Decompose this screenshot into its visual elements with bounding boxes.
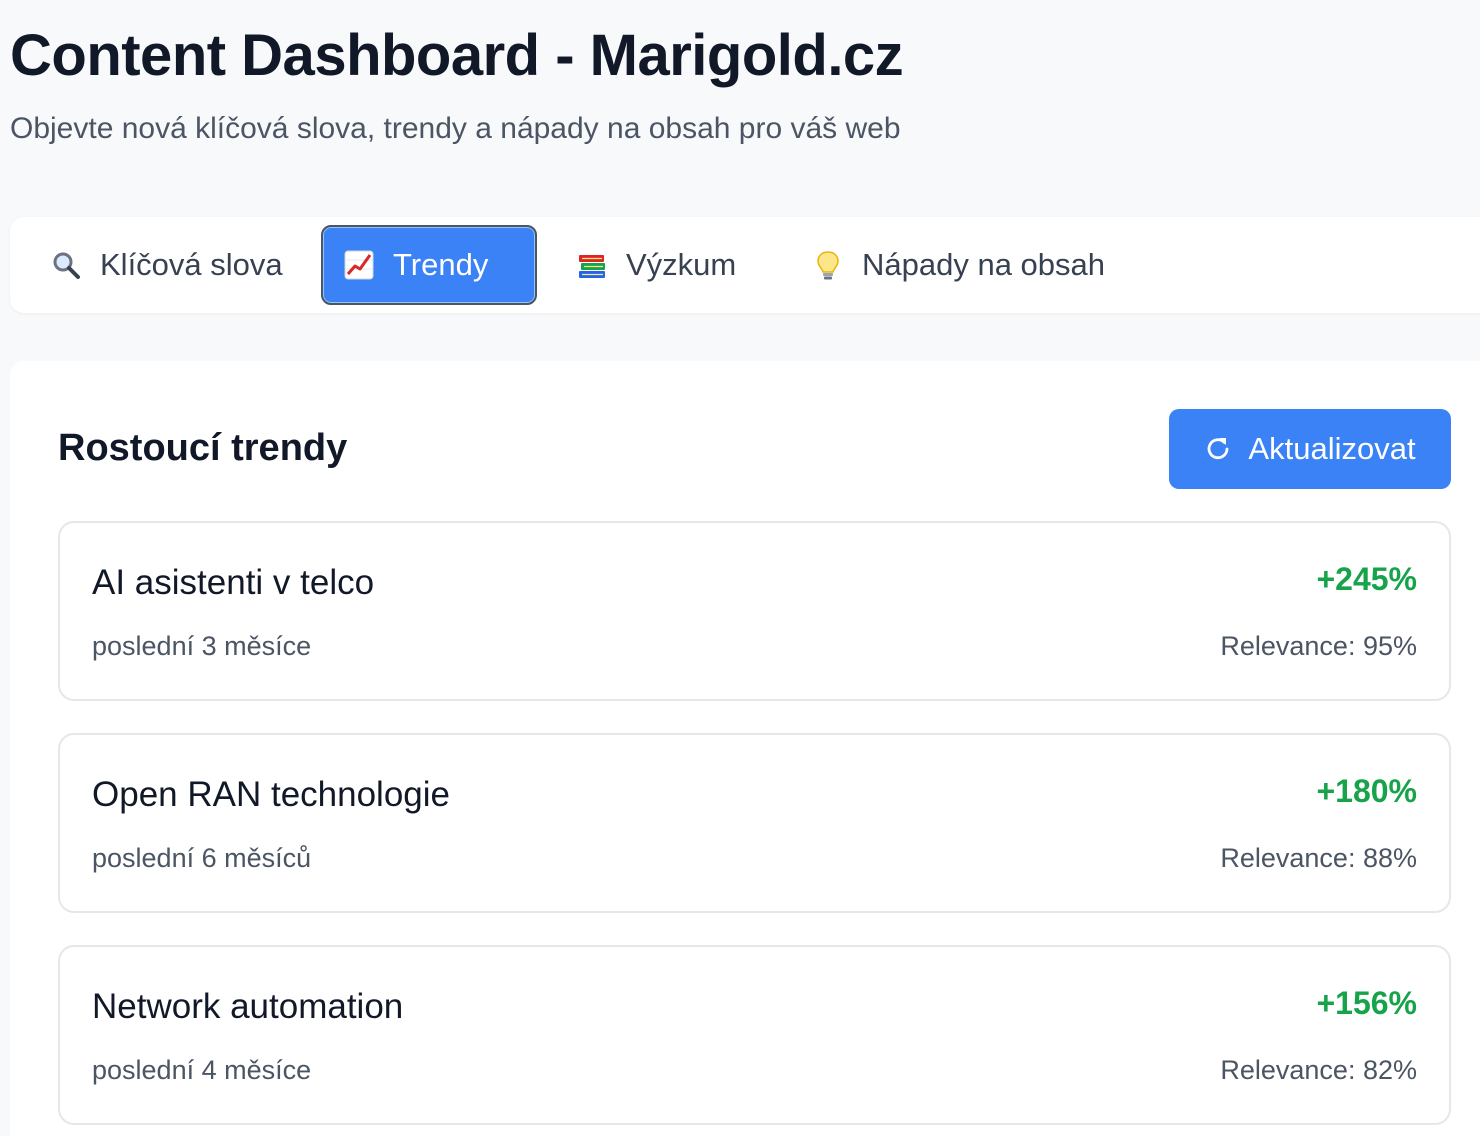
trend-name: Open RAN technologie (92, 775, 450, 814)
trend-growth: +180% (1316, 773, 1417, 809)
trend-name: AI asistenti v telco (92, 563, 375, 602)
books-icon (576, 249, 608, 281)
tab-research-label: Výzkum (626, 247, 737, 282)
trend-period: poslední 4 měsíce (92, 1055, 312, 1085)
trends-panel: Rostoucí trendy Aktualizovat AI asistent… (10, 361, 1480, 1136)
trend-growth: +245% (1316, 561, 1417, 597)
dashboard-page: Content Dashboard - Marigold.cz Objevte … (0, 0, 1480, 1136)
tab-keywords-label: Klíčová slova (100, 247, 283, 282)
page-subtitle: Objevte nová klíčová slova, trendy a náp… (10, 112, 901, 145)
chart-increasing-icon (343, 249, 375, 281)
trend-card[interactable]: Network automation poslední 4 měsíce +15… (58, 945, 1451, 1125)
tab-bar: Klíčová slova Trendy Výzkum Nápady na ob… (10, 217, 1480, 313)
trend-relevance: Relevance: 88% (1220, 843, 1417, 873)
refresh-label: Aktualizovat (1248, 431, 1416, 466)
tab-trends[interactable]: Trendy (321, 225, 537, 305)
section-title: Rostoucí trendy (58, 427, 348, 469)
trend-name: Network automation (92, 987, 404, 1026)
page-title: Content Dashboard - Marigold.cz (10, 23, 904, 88)
trend-period: poslední 6 měsíců (92, 843, 312, 873)
trend-relevance: Relevance: 82% (1220, 1055, 1417, 1085)
refresh-button[interactable]: Aktualizovat (1169, 409, 1451, 489)
trend-period: poslední 3 měsíce (92, 631, 312, 661)
tab-content-ideas-label: Nápady na obsah (862, 247, 1106, 282)
trend-card[interactable]: AI asistenti v telco poslední 3 měsíce +… (58, 521, 1451, 701)
tab-trends-label: Trendy (393, 247, 489, 282)
refresh-icon (1204, 435, 1232, 463)
lightbulb-icon (812, 249, 844, 281)
trend-card[interactable]: Open RAN technologie poslední 6 měsíců +… (58, 733, 1451, 913)
trend-growth: +156% (1316, 985, 1417, 1021)
magnifier-icon (50, 249, 82, 281)
tab-keywords[interactable]: Klíčová slova (30, 225, 303, 305)
tab-research[interactable]: Výzkum (556, 225, 756, 305)
tab-content-ideas[interactable]: Nápady na obsah (792, 225, 1125, 305)
trend-relevance: Relevance: 95% (1220, 631, 1417, 661)
